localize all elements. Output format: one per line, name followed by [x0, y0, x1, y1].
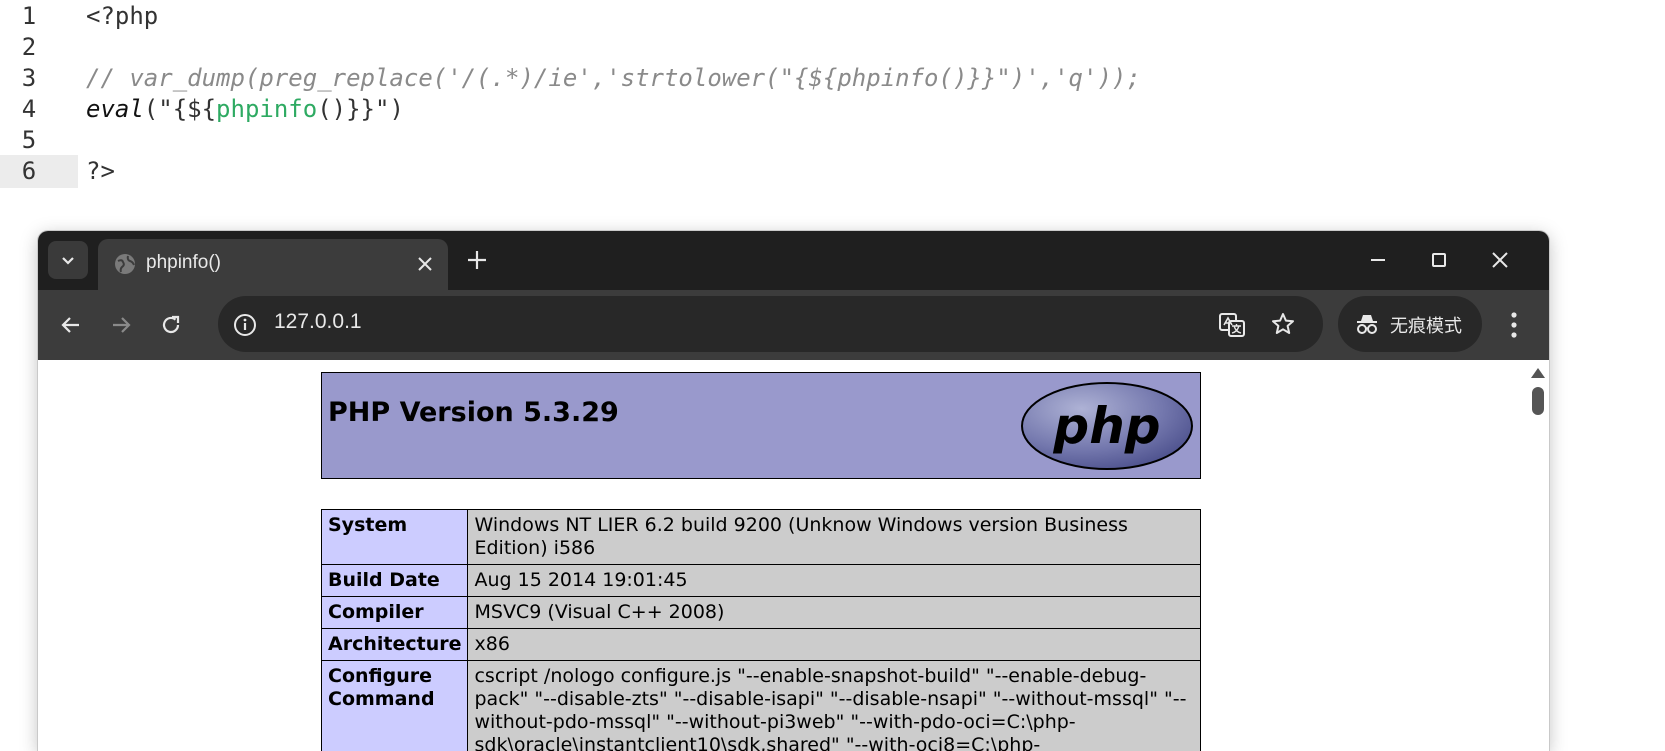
row-value: Aug 15 2014 19:01:45	[468, 565, 1201, 597]
table-row: Configure Command cscript /nologo config…	[322, 661, 1201, 751]
eval-keyword: eval	[86, 95, 144, 123]
reload-icon[interactable]	[158, 312, 184, 338]
code-line-3[interactable]: 3 // var_dump(preg_replace('/(.*)/ie','s…	[0, 62, 1665, 95]
code-editor[interactable]: 1 <?php 2 3 // var_dump(preg_replace('/(…	[0, 0, 1665, 200]
row-value: Windows NT LIER 6.2 build 9200 (Unknow W…	[468, 510, 1201, 565]
line-number: 2	[0, 31, 78, 64]
browser-toolbar: 127.0.0.1 无痕模式	[38, 290, 1549, 360]
line-number: 3	[0, 62, 78, 95]
address-bar[interactable]: 127.0.0.1	[218, 296, 1323, 352]
incognito-label: 无痕模式	[1390, 312, 1462, 338]
row-key: Configure Command	[322, 661, 468, 751]
code-comment[interactable]: // var_dump(preg_replace('/(.*)/ie','str…	[86, 62, 1141, 95]
incognito-badge[interactable]: 无痕模式	[1338, 296, 1482, 352]
row-value: cscript /nologo configure.js "--enable-s…	[468, 661, 1201, 751]
php-info-table: System Windows NT LIER 6.2 build 9200 (U…	[321, 509, 1201, 751]
chevron-down-icon	[60, 252, 76, 268]
code-text[interactable]: eval("{${phpinfo()}}")	[86, 93, 404, 126]
code-line-1[interactable]: 1 <?php	[0, 0, 1665, 33]
php-logo-text: php	[1052, 397, 1160, 455]
table-row: System Windows NT LIER 6.2 build 9200 (U…	[322, 510, 1201, 565]
code-string-open: ("{${	[144, 95, 216, 123]
code-line-2[interactable]: 2	[0, 31, 1665, 64]
row-value: x86	[468, 629, 1201, 661]
title-bar: phpinfo()	[38, 231, 1549, 290]
code-line-6[interactable]: 6 ?>	[0, 155, 1665, 188]
line-number-active: 6	[0, 155, 78, 188]
row-value: MSVC9 (Visual C++ 2008)	[468, 597, 1201, 629]
url-text[interactable]: 127.0.0.1	[274, 310, 362, 334]
line-number: 1	[0, 0, 78, 33]
globe-icon	[114, 253, 136, 275]
code-text[interactable]: ?>	[86, 155, 115, 188]
maximize-icon[interactable]	[1428, 249, 1450, 271]
table-row: Compiler MSVC9 (Visual C++ 2008)	[322, 597, 1201, 629]
minimize-icon[interactable]	[1367, 249, 1389, 271]
translate-icon[interactable]	[1218, 311, 1246, 339]
tab-list-button[interactable]	[48, 241, 88, 279]
info-icon[interactable]	[232, 312, 258, 338]
php-version-header: PHP Version 5.3.29 php	[321, 372, 1201, 479]
row-key: Compiler	[322, 597, 468, 629]
page-content[interactable]: PHP Version 5.3.29 php System Windows NT…	[38, 360, 1549, 751]
line-number: 5	[0, 124, 78, 157]
row-key: System	[322, 510, 468, 565]
arrow-left-icon[interactable]	[58, 312, 84, 338]
code-string-close: ()}}")	[317, 95, 404, 123]
browser-window: phpinfo()	[38, 231, 1549, 751]
plus-icon[interactable]	[466, 249, 488, 271]
line-number: 4	[0, 93, 78, 126]
kebab-menu-icon[interactable]	[1510, 311, 1518, 339]
code-line-4[interactable]: 4 eval("{${phpinfo()}}")	[0, 93, 1665, 126]
close-window-icon[interactable]	[1489, 249, 1511, 271]
page-title: PHP Version 5.3.29	[328, 397, 619, 428]
scroll-up-arrow-icon[interactable]	[1531, 368, 1545, 378]
tab-title: phpinfo()	[146, 252, 221, 274]
row-key: Build Date	[322, 565, 468, 597]
scrollbar-thumb[interactable]	[1532, 387, 1544, 415]
incognito-icon	[1354, 312, 1380, 336]
code-text[interactable]: <?php	[86, 0, 158, 33]
row-key: Architecture	[322, 629, 468, 661]
close-icon[interactable]	[416, 255, 434, 273]
table-row: Architecture x86	[322, 629, 1201, 661]
arrow-right-icon[interactable]	[108, 312, 134, 338]
php-logo[interactable]: php	[1020, 381, 1194, 471]
star-icon[interactable]	[1270, 311, 1296, 337]
code-line-5[interactable]: 5	[0, 124, 1665, 157]
table-row: Build Date Aug 15 2014 19:01:45	[322, 565, 1201, 597]
function-name: phpinfo	[216, 95, 317, 123]
tab-phpinfo[interactable]: phpinfo()	[98, 239, 448, 290]
